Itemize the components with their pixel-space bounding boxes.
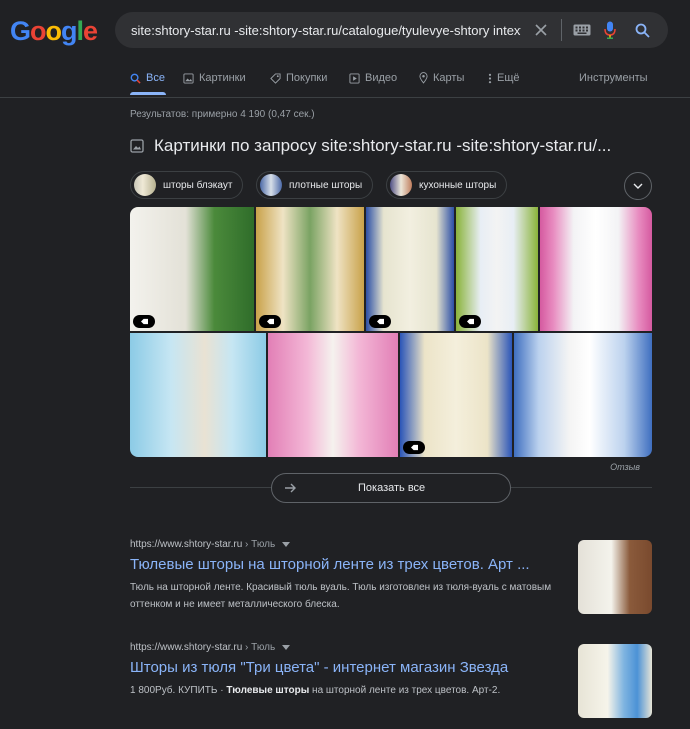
chip-label: плотные шторы <box>289 179 363 191</box>
google-logo[interactable]: Google <box>10 16 98 47</box>
logo-letter: G <box>10 16 31 46</box>
chips-expand-button[interactable] <box>624 172 652 200</box>
result-title[interactable]: Тюлевые шторы на шторной ленте из трех ц… <box>130 556 560 573</box>
result-url[interactable]: https://www.shtory-star.ru › Тюль <box>130 642 560 653</box>
tab-maps[interactable]: Карты <box>419 72 464 84</box>
tag-icon <box>259 315 281 328</box>
images-section-title[interactable]: Картинки по запросу site:shtory-star.ru … <box>154 136 611 156</box>
tab-maps-label: Карты <box>433 72 465 84</box>
tab-more[interactable]: Ещё <box>488 72 520 84</box>
result-domain: https://www.shtory-star.ru <box>130 539 243 550</box>
chip-label: шторы блэкаут <box>163 179 233 191</box>
tab-videos[interactable]: Видео <box>349 72 397 84</box>
image-result[interactable] <box>540 207 652 331</box>
tab-images[interactable]: Картинки <box>183 72 246 84</box>
tab-shopping[interactable]: Покупки <box>270 72 327 84</box>
chip-kitchen[interactable]: кухонные шторы <box>386 171 508 199</box>
chip-label: кухонные шторы <box>419 179 497 191</box>
image-icon <box>130 139 144 153</box>
result-url[interactable]: https://www.shtory-star.ru › Тюль <box>130 539 560 550</box>
logo-letter: e <box>83 16 98 46</box>
map-pin-icon <box>419 72 428 84</box>
result-domain: https://www.shtory-star.ru <box>130 642 243 653</box>
snippet-highlight: Тюлевые шторы <box>226 685 310 696</box>
result-breadcrumb: › Тюль <box>245 642 276 653</box>
image-result[interactable] <box>456 207 538 331</box>
image-result[interactable] <box>130 207 254 331</box>
show-all-button[interactable]: Показать все <box>271 473 511 503</box>
arrow-right-icon <box>285 483 296 493</box>
keyboard-icon[interactable] <box>568 16 596 44</box>
images-section-header[interactable]: Картинки по запросу site:shtory-star.ru … <box>130 136 611 156</box>
logo-letter: g <box>61 16 77 46</box>
header-divider <box>0 97 690 98</box>
image-icon <box>183 72 194 84</box>
tag-icon <box>459 315 481 328</box>
tab-images-label: Картинки <box>199 72 246 84</box>
logo-letter: o <box>30 16 46 46</box>
search-box[interactable]: site:shtory-star.ru -site:shtory-star.ru… <box>115 12 668 48</box>
more-vert-icon <box>488 73 492 83</box>
chip-thumbnail <box>260 174 282 196</box>
snippet-price: 1 800Руб. КУПИТЬ · <box>130 685 227 696</box>
image-result[interactable] <box>268 333 398 457</box>
active-tab-indicator <box>130 92 166 95</box>
search-icon <box>130 73 141 84</box>
search-divider <box>561 19 562 41</box>
image-result[interactable] <box>256 207 364 331</box>
search-input[interactable]: site:shtory-star.ru -site:shtory-star.ru… <box>131 23 521 38</box>
tab-all[interactable]: Все <box>130 72 165 84</box>
related-chips: шторы блэкаут плотные шторы кухонные што… <box>130 171 652 199</box>
image-result[interactable] <box>130 333 266 457</box>
search-tabs: Все Картинки Покупки Видео Карты Ещё Инс… <box>130 66 650 96</box>
result-snippet: Тюль на шторной ленте. Красивый тюль вуа… <box>130 582 552 610</box>
chevron-down-icon <box>633 183 643 189</box>
tools-label: Инструменты <box>579 72 648 84</box>
result-title[interactable]: Шторы из тюля "Три цвета" - интернет маг… <box>130 659 560 676</box>
search-result: https://www.shtory-star.ru › Тюль Тюлевы… <box>130 539 560 613</box>
caret-down-icon[interactable] <box>281 645 290 650</box>
tag-icon <box>369 315 391 328</box>
result-snippet: 1 800Руб. КУПИТЬ · Тюлевые шторы на штор… <box>130 682 560 699</box>
chip-thumbnail <box>390 174 412 196</box>
chip-thick[interactable]: плотные шторы <box>256 171 374 199</box>
image-grid <box>130 207 652 457</box>
tab-shopping-label: Покупки <box>286 72 328 84</box>
result-thumbnail[interactable] <box>578 540 652 614</box>
search-result: https://www.shtory-star.ru › Тюль Шторы … <box>130 642 560 699</box>
clear-icon[interactable] <box>527 16 555 44</box>
caret-down-icon[interactable] <box>281 542 290 547</box>
feedback-link[interactable]: Отзыв <box>610 462 640 472</box>
tools-button[interactable]: Инструменты <box>579 72 648 84</box>
tab-more-label: Ещё <box>497 72 520 84</box>
chip-blackout[interactable]: шторы блэкаут <box>130 171 244 199</box>
result-stats: Результатов: примерно 4 190 (0,47 сек.) <box>130 109 315 120</box>
image-result[interactable] <box>366 207 454 331</box>
tab-videos-label: Видео <box>365 72 398 84</box>
tag-icon <box>270 72 281 84</box>
image-result[interactable] <box>514 333 652 457</box>
chip-thumbnail <box>134 174 156 196</box>
search-submit-icon[interactable] <box>628 16 656 44</box>
tag-icon <box>403 441 425 454</box>
tag-icon <box>133 315 155 328</box>
mic-icon[interactable] <box>596 16 624 44</box>
show-all-label: Показать все <box>358 482 426 494</box>
result-breadcrumb: › Тюль <box>245 539 276 550</box>
result-thumbnail[interactable] <box>578 644 652 718</box>
image-result[interactable] <box>400 333 512 457</box>
tab-all-label: Все <box>146 72 165 84</box>
snippet-text: на шторной ленте из трех цветов. Арт-2. <box>309 685 501 696</box>
logo-letter: o <box>45 16 62 46</box>
play-icon <box>349 72 360 84</box>
